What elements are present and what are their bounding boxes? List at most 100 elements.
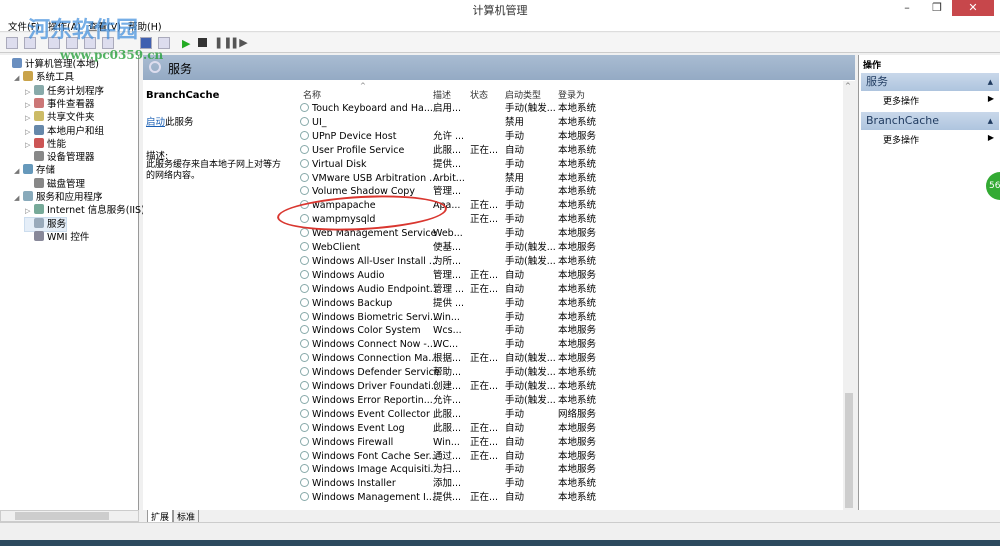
service-name: UPnP Device Host	[300, 130, 396, 144]
service-row[interactable]: Windows Driver Foundati... 创建... 正在... 手动(触…	[290, 380, 843, 394]
cell-text: 手动	[505, 297, 525, 309]
restart-service-icon[interactable]: ❚▶	[230, 36, 248, 49]
more-actions-branchcache[interactable]: 更多操作	[883, 133, 919, 146]
tree-node-icon	[23, 164, 33, 175]
service-status: 正在...	[470, 213, 498, 227]
column-name[interactable]: 名称	[303, 88, 321, 101]
stop-service-icon[interactable]	[198, 38, 207, 47]
service-row[interactable]: Windows Connection Ma... 根据... 正在... 自动(触发.…	[290, 352, 843, 366]
collapse-icon[interactable]: ▲	[988, 112, 993, 130]
service-row[interactable]: Windows Firewall Win... 正在... 自动 本地服务	[290, 436, 843, 450]
cell-text: 自动(触发...	[505, 353, 556, 365]
service-description: 管理...	[433, 269, 461, 283]
tree-node[interactable]: 设备管理器	[25, 151, 95, 164]
tree-node[interactable]: ◢ 系统工具	[14, 71, 74, 84]
actions-section-branchcache[interactable]: BranchCache ▲	[861, 112, 999, 130]
tree-node[interactable]: 磁盘管理	[25, 177, 85, 191]
service-row[interactable]: Windows Audio Endpoint... 管理 ... 正在... 自动 本地…	[290, 283, 843, 297]
close-button[interactable]: ✕	[952, 0, 994, 16]
expand-toggle-icon[interactable]: ▷	[25, 86, 34, 99]
service-name: Windows Error Reportin...	[300, 394, 433, 408]
service-row[interactable]: Windows Font Cache Ser... 通过... 正在... 自动 本地服…	[290, 450, 843, 464]
collapse-icon[interactable]: ▲	[988, 73, 993, 91]
column-description[interactable]: 描述	[433, 88, 451, 101]
service-status: 正在...	[470, 269, 498, 283]
service-status: 正在...	[470, 491, 498, 505]
tree-node-label: 共享文件夹	[47, 112, 95, 124]
tree-node-icon	[23, 191, 33, 201]
tree-node-icon	[34, 151, 44, 162]
tree-node[interactable]: ▷ 本地用户和组	[25, 124, 104, 139]
service-row[interactable]: Windows Installer 添加... 手动 本地系统	[290, 477, 843, 491]
actions-section-services[interactable]: 服务 ▲	[861, 73, 999, 91]
expand-toggle-icon[interactable]: ▷	[25, 112, 34, 125]
console-tree: 计算机管理(本地) ◢ 系统工具 ▷ 任务计划程序 ▷ 事件查看器 ▷ 共享文件夹 ▷ 本地用户和组…	[0, 55, 154, 510]
tree-node[interactable]: ▷ 事件查看器	[25, 97, 95, 112]
cell-text: Windows Installer	[312, 478, 396, 490]
expand-toggle-icon[interactable]: ▷	[25, 139, 34, 152]
service-name: VMware USB Arbitration ...	[300, 172, 438, 186]
tree-node[interactable]: ▷ Internet 信息服务(IIS)管	[25, 204, 154, 217]
restore-button[interactable]: ❐	[922, 0, 952, 16]
service-row[interactable]: Windows Event Log 此服... 正在... 自动 本地服务	[290, 422, 843, 436]
service-startup-type: 自动	[505, 436, 524, 450]
column-startup-type[interactable]: 启动类型	[505, 88, 541, 101]
service-name: Windows Firewall	[300, 436, 393, 450]
expand-toggle-icon[interactable]: ◢	[14, 165, 23, 178]
tree-node[interactable]: ▷ 性能	[25, 137, 66, 152]
service-row[interactable]: Windows All-User Install ... 为所... 手动(触发..…	[290, 255, 843, 269]
service-startup-type: 手动	[505, 185, 524, 199]
more-actions-services[interactable]: 更多操作	[883, 94, 919, 107]
service-row[interactable]: Windows Audio 管理... 正在... 自动 本地服务	[290, 269, 843, 283]
tree-node-label: 任务计划程序	[47, 85, 105, 97]
service-description: 为扫...	[433, 463, 461, 477]
start-service-link[interactable]: 启动	[146, 117, 165, 128]
service-row[interactable]: UPnP Device Host 允许 ... 手动 本地服务	[290, 130, 843, 144]
service-row[interactable]: Windows Color System Wcs... 手动 本地服务	[290, 324, 843, 338]
service-name: UI_	[300, 116, 327, 130]
service-row[interactable]: Touch Keyboard and Ha... 启用... 手动(触发... 本地系…	[290, 102, 843, 116]
tree-node[interactable]: ▷ 共享文件夹	[25, 111, 95, 124]
service-name: Windows Driver Foundati...	[300, 380, 440, 394]
column-log-on-as[interactable]: 登录为	[558, 88, 585, 101]
service-row[interactable]: Windows Management I... 提供... 正在... 自动 本地系统	[290, 491, 843, 505]
service-row[interactable]: User Profile Service 此服... 正在... 自动 本地系统	[290, 144, 843, 158]
service-row[interactable]: VMware USB Arbitration ... Arbit... 禁用 本地系统	[290, 172, 843, 186]
service-startup-type: 自动	[505, 269, 524, 283]
tree-node[interactable]: 服务	[23, 216, 68, 232]
service-row[interactable]: Windows Event Collector 此服... 手动 网络服务	[290, 408, 843, 422]
service-row[interactable]: Windows Error Reportin... 允许... 手动(触发... 本地…	[290, 394, 843, 408]
minimize-button[interactable]: –	[892, 0, 922, 16]
service-row[interactable]: WebClient 使基... 手动(触发... 本地服务	[290, 241, 843, 255]
service-log-on-as: 本地服务	[558, 227, 596, 241]
tree-node[interactable]: ◢ 服务和应用程序	[14, 191, 103, 204]
service-row[interactable]: Windows Biometric Servi... Win... 手动 本地系统	[290, 311, 843, 325]
tree-node-icon	[12, 58, 22, 68]
expand-toggle-icon[interactable]: ▷	[25, 126, 34, 139]
service-row[interactable]: Windows Defender Service 帮助... 手动(触发... 本地系…	[290, 366, 843, 380]
expand-toggle-icon[interactable]: ▷	[25, 99, 34, 112]
description-text: 此服务缓存来自本地子网上对等方的网络内容。	[146, 160, 282, 181]
service-row[interactable]: UI_ 禁用 本地系统	[290, 116, 843, 130]
service-name: Windows Audio	[300, 269, 384, 283]
service-row[interactable]: Windows Connect Now -... WC... 手动 本地服务	[290, 338, 843, 352]
list-vertical-scrollbar[interactable]: ^	[843, 81, 855, 510]
cell-text: Touch Keyboard and Ha...	[312, 103, 433, 114]
expand-toggle-icon[interactable]: ◢	[14, 192, 23, 205]
service-row[interactable]: Windows Backup 提供 ... 手动 本地系统	[290, 297, 843, 311]
actions-header: 操作	[863, 61, 882, 71]
tree-node[interactable]: ▷ 任务计划程序	[25, 84, 105, 99]
service-row[interactable]: Virtual Disk 提供... 手动 本地系统	[290, 158, 843, 172]
service-name: Touch Keyboard and Ha...	[300, 102, 433, 116]
start-service-icon[interactable]: ▶	[182, 37, 190, 50]
scrollbar-thumb[interactable]	[845, 393, 853, 508]
service-row[interactable]: Windows Image Acquisiti... 为扫... 手动 本地服务	[290, 463, 843, 477]
tree-node[interactable]: ◢ 存储	[14, 164, 55, 177]
column-status[interactable]: 状态	[470, 88, 488, 101]
tree-node[interactable]: WMI 控件	[25, 230, 89, 244]
expand-toggle-icon[interactable]: ▷	[25, 205, 34, 218]
back-icon[interactable]	[6, 37, 18, 49]
cell-text: 禁用	[505, 172, 525, 184]
tree-horizontal-scrollbar[interactable]	[0, 510, 139, 522]
expand-toggle-icon[interactable]: ◢	[14, 72, 23, 85]
